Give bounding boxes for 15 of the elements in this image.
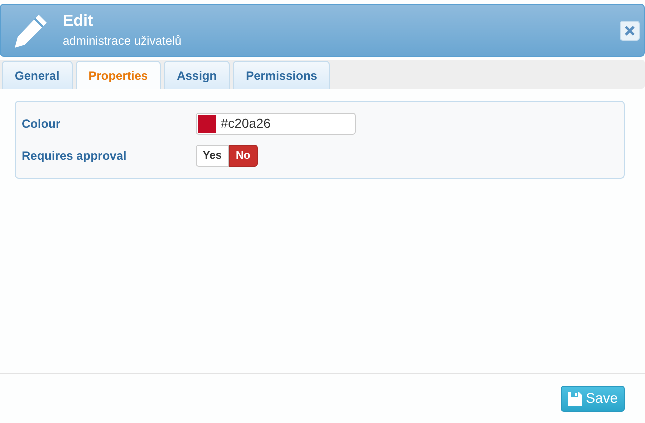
toggle-option[interactable]: No [228, 145, 258, 167]
tab[interactable]: Permissions [233, 61, 330, 89]
field-label: Colour [22, 116, 62, 133]
dialog-title: Edit [63, 12, 94, 32]
pencil-icon [13, 12, 49, 48]
close-icon [625, 26, 635, 36]
tab[interactable]: Assign [164, 61, 230, 89]
toggle-option[interactable]: Yes [196, 145, 229, 167]
field-label: Requires approval [22, 148, 128, 165]
dialog-subtitle: administrace uživatelů [63, 32, 183, 50]
tab[interactable]: Properties [76, 61, 162, 89]
close-button[interactable] [620, 20, 640, 40]
colour-field[interactable]: #c20a26 [196, 113, 356, 135]
colour-value: #c20a26 [221, 115, 271, 134]
tab[interactable]: General [2, 61, 73, 89]
